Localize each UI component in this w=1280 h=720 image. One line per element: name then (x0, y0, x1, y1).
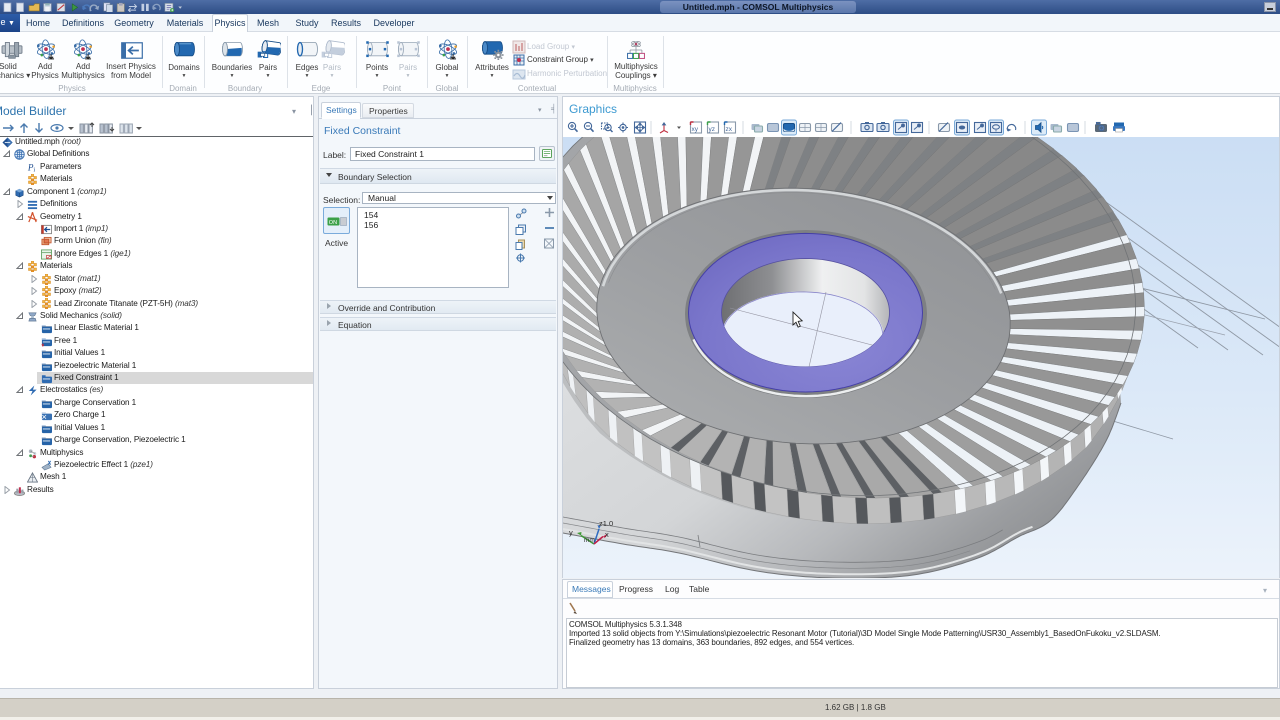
svg-text:z1.0: z1.0 (599, 519, 613, 528)
svg-text:i: i (33, 166, 35, 172)
svg-text:mm: mm (584, 537, 595, 544)
svg-text:y: y (569, 528, 573, 537)
svg-text:yz: yz (709, 126, 716, 133)
svg-text:zx: zx (726, 126, 733, 133)
svg-text:x: x (605, 530, 609, 539)
svg-text:xy: xy (692, 126, 699, 133)
svg-text:ON: ON (329, 220, 337, 226)
